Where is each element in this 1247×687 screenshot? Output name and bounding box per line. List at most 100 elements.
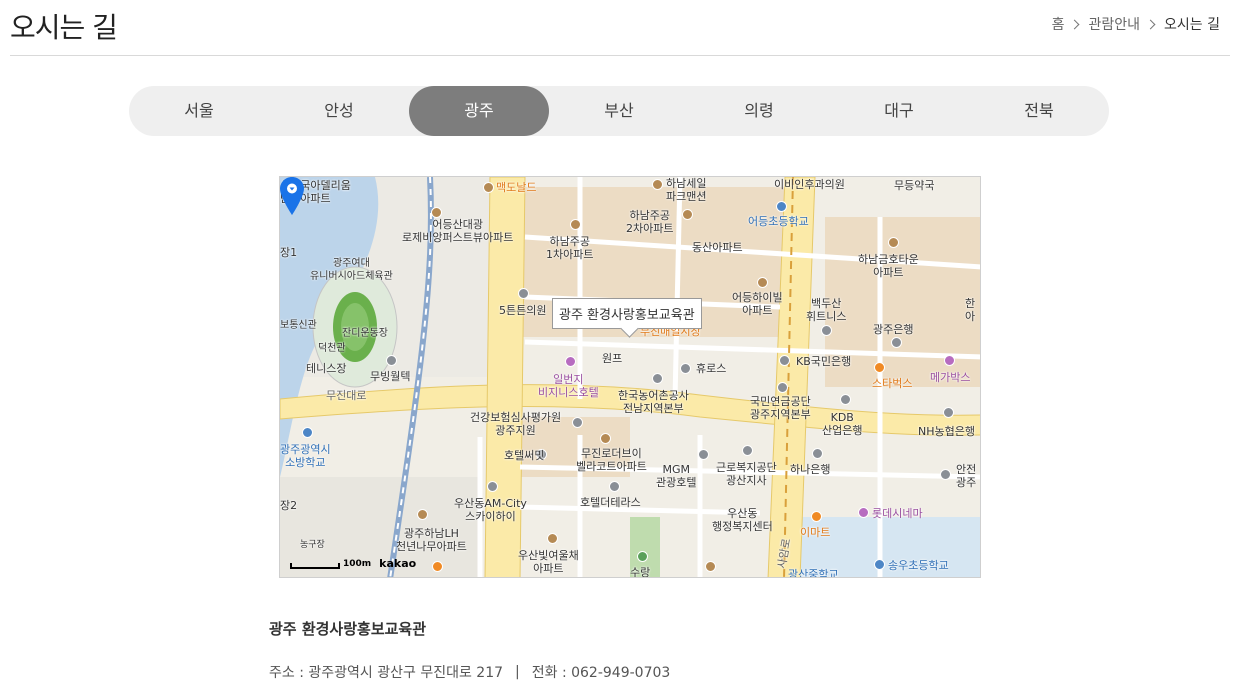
map-label: 무등약국 xyxy=(894,179,935,192)
map-label: 맥도날드 xyxy=(496,181,537,194)
map-scale: 100m kakao xyxy=(290,558,416,569)
bank-icon xyxy=(943,407,954,418)
map-label: 덕천관 xyxy=(318,343,346,354)
hotel-icon xyxy=(609,481,620,492)
building-icon xyxy=(742,445,753,456)
breadcrumb-current: 오시는 길 xyxy=(1164,17,1220,33)
building-icon xyxy=(821,325,832,336)
map-label: 건강보험심사평가원 광주지원 xyxy=(470,411,562,437)
apartment-icon xyxy=(547,533,558,544)
map-info-window[interactable]: 광주 환경사랑홍보교육관 xyxy=(552,298,702,329)
map-label: 국민연금공단 광주지역본부 xyxy=(750,395,811,421)
map-label: 광주광역시 소방학교 xyxy=(280,443,331,469)
map-label: 테니스장 xyxy=(306,362,347,375)
map-label: 무빙월텍 xyxy=(370,370,411,383)
map-label: 광주하남LH 천년나무아파트 xyxy=(396,527,467,553)
map-label: 수랑 xyxy=(630,566,651,578)
map-label: 송우초등학교 xyxy=(888,559,949,572)
apartment-icon xyxy=(757,277,768,288)
map-label: 농구장 xyxy=(300,540,325,550)
map-label: 이비인후과의원 xyxy=(774,178,845,191)
map-label: KB국민은행 xyxy=(796,355,852,368)
map-label: 호텔더테라스 xyxy=(580,496,641,509)
school-icon xyxy=(874,559,885,570)
map-label: 잔디운동장 xyxy=(342,328,388,339)
map-label: 이마트 xyxy=(800,526,831,539)
page-title: 오시는 길 xyxy=(10,11,118,44)
tab-anseong[interactable]: 안성 xyxy=(269,86,409,136)
apartment-icon xyxy=(888,237,899,248)
cinema-icon xyxy=(858,507,869,518)
map-label: KDB 산업은행 xyxy=(822,411,863,437)
school-icon xyxy=(776,201,787,212)
map-label: 한아 xyxy=(965,297,976,323)
scale-text: 100m xyxy=(343,559,372,569)
bank-icon xyxy=(891,337,902,348)
map-label: 백두산 휘트니스 xyxy=(806,297,847,323)
restaurant-icon xyxy=(432,561,443,572)
map-label: 장1 xyxy=(280,246,298,259)
hotel-icon xyxy=(565,356,576,367)
map-label: 광주은행 xyxy=(873,323,914,336)
tab-seoul[interactable]: 서울 xyxy=(129,86,269,136)
map-label: 우산동 행정복지센터 xyxy=(712,507,773,533)
address-line: 주소 : 광주광역시 광산구 무진대로 217 | 전화 : 062-949-0… xyxy=(269,662,670,682)
map-label: 하남주공 2차아파트 xyxy=(626,209,674,235)
tab-daegu[interactable]: 대구 xyxy=(829,86,969,136)
map-label: MGM 관광호텔 xyxy=(656,463,697,489)
map-label: 동산아파트 xyxy=(692,241,743,254)
map-label: 5튼튼의원 xyxy=(499,304,547,317)
map-label: 롯데시네마 xyxy=(872,507,923,520)
location-pin-icon[interactable] xyxy=(280,177,304,215)
hospital-icon xyxy=(518,288,529,299)
cafe-icon xyxy=(874,362,885,373)
tab-uiryeong[interactable]: 의령 xyxy=(689,86,829,136)
map-label: 하나은행 xyxy=(790,463,831,476)
map-label: 호텔써밋 xyxy=(504,449,545,462)
building-icon xyxy=(386,355,397,366)
map-label: 하남세일 파크맨션 xyxy=(666,177,707,203)
mart-icon xyxy=(811,511,822,522)
chevron-right-icon xyxy=(1145,19,1156,29)
apartment-icon xyxy=(705,561,716,572)
breadcrumb-home-link[interactable]: 홈 xyxy=(1052,14,1065,34)
park-icon xyxy=(637,551,648,562)
location-map[interactable]: 산한국아델리움 단지아파트 맥도날드 하남세일 파크맨션 이비인후과의원 무등약국 … xyxy=(279,176,981,578)
scale-bar-line xyxy=(290,563,340,569)
map-label: 우산동AM-City 스카이하이 xyxy=(454,497,527,523)
restaurant-icon xyxy=(483,182,494,193)
breadcrumb-visit-guide-link[interactable]: 관람안내 xyxy=(1088,14,1140,34)
school-icon xyxy=(302,427,313,438)
place-name: 광주 환경사랑홍보교육관 xyxy=(269,620,427,638)
map-label: 원프 xyxy=(602,352,623,365)
hotel-icon xyxy=(698,449,709,460)
map-label: 어등초등학교 xyxy=(748,215,809,228)
map-label: 근로복지공단 광산지사 xyxy=(716,461,777,487)
map-label: 휴로스 xyxy=(696,362,727,375)
map-label: 무진로더브이 벨라코트아파트 xyxy=(576,447,647,473)
building-icon xyxy=(572,417,583,428)
location-tabs: 서울 안성 광주 부산 의령 대구 전북 xyxy=(129,86,1109,136)
apartment-icon xyxy=(431,207,442,218)
phone-text: 전화 : 062-949-0703 xyxy=(531,665,671,681)
building-icon xyxy=(680,363,691,374)
map-label: 광산중학교 xyxy=(788,568,839,578)
apartment-icon xyxy=(682,209,693,220)
map-label: 우산빛여울채 아파트 xyxy=(518,549,579,575)
map-label: 하남금호타운 아파트 xyxy=(858,253,919,279)
tab-busan[interactable]: 부산 xyxy=(549,86,689,136)
bank-icon xyxy=(812,448,823,459)
chevron-right-icon xyxy=(1070,19,1080,29)
tab-jeonbuk[interactable]: 전북 xyxy=(969,86,1109,136)
map-label: 어등하이빌 아파트 xyxy=(732,291,783,317)
apartment-icon xyxy=(652,179,663,190)
map-label: 스타벅스 xyxy=(872,377,913,390)
map-label: 일번지 비지니스호텔 xyxy=(538,373,599,399)
page-header: 오시는 길 홈 관람안내 오시는 길 xyxy=(10,0,1230,56)
tab-gwangju[interactable]: 광주 xyxy=(409,86,549,136)
kakao-logo[interactable]: kakao xyxy=(379,558,416,569)
map-label: NH농협은행 xyxy=(918,425,975,438)
bank-icon xyxy=(840,394,851,405)
map-label: 광주여대 유니버시아드체육관 xyxy=(310,258,393,282)
road-label: 무진대로 xyxy=(326,389,367,402)
